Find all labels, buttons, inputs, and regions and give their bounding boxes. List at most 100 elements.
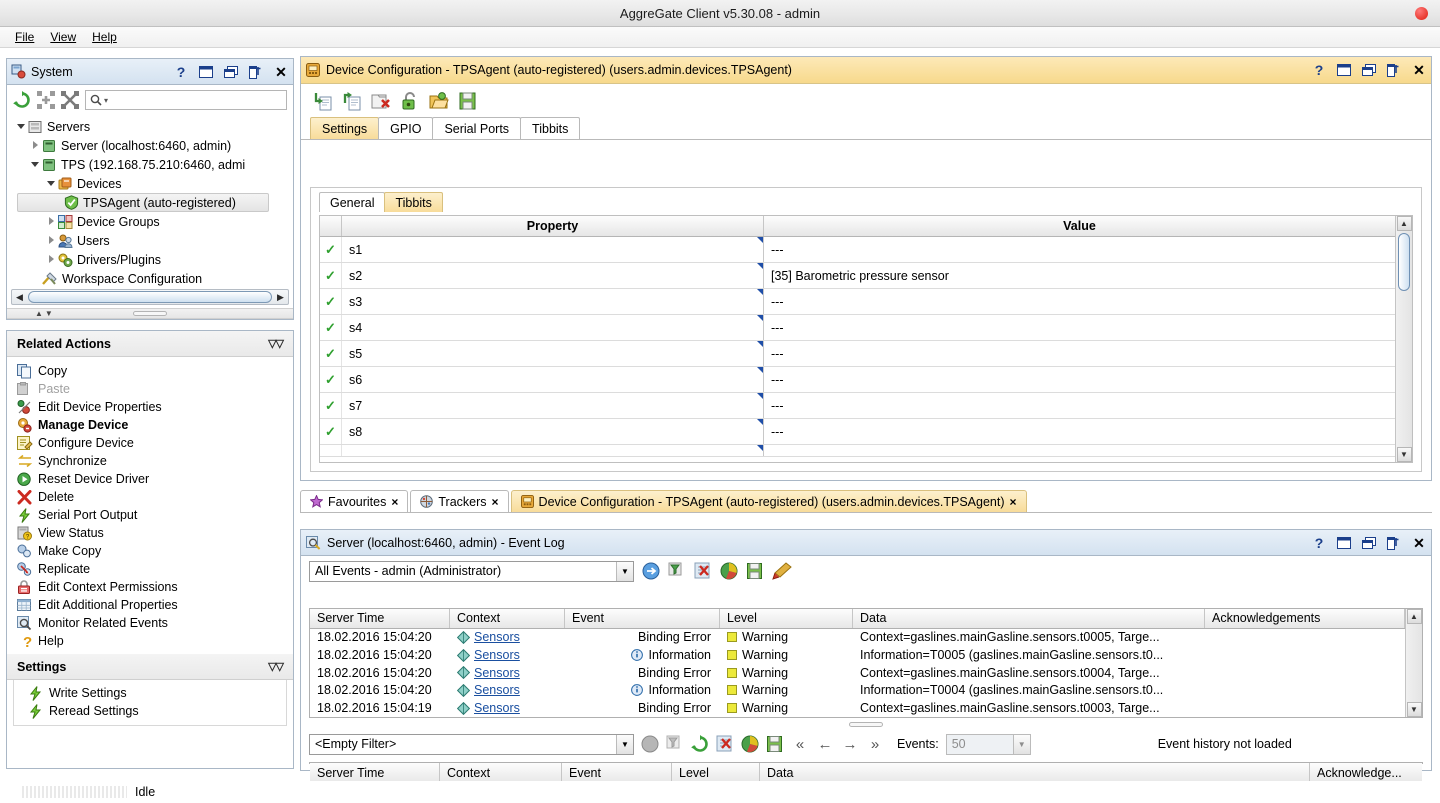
tree-item-server-localhost[interactable]: Server (localhost:6460, admin) [13,136,293,155]
close-icon[interactable]: ✕ [1411,535,1427,551]
table-row[interactable]: ✓ s6 --- [320,367,1395,393]
clear-filter-icon[interactable] [694,562,712,580]
column-header-property[interactable]: Property [342,216,764,236]
tree-item-drivers-plugins[interactable]: Drivers/Plugins [13,250,293,269]
column-header-acknowledgements[interactable]: Acknowledgements [1205,609,1405,628]
event-log-row[interactable]: 18.02.2016 15:04:20 Sensors Information … [310,646,1405,664]
tree-item-tpsagent[interactable]: TPSAgent (auto-registered) [17,193,269,212]
menu-help[interactable]: Help [84,29,125,45]
chevron-down-icon[interactable]: ▽▽ [268,337,284,350]
search-input[interactable]: ▾ [85,90,287,110]
cell-value[interactable]: --- [764,315,1395,340]
clear-filter-icon[interactable] [716,735,734,753]
history-filter-combo[interactable]: <Empty Filter> ▼ [309,733,634,755]
clear-icon[interactable] [371,91,391,111]
row-check-icon[interactable]: ✓ [320,315,342,340]
pin-icon[interactable] [1386,62,1402,78]
restore-icon[interactable] [1361,62,1377,78]
twisty-closed-icon[interactable] [31,140,42,151]
event-filter-combo[interactable]: All Events - admin (Administrator) ▼ [309,560,634,582]
twisty-closed-icon[interactable] [47,254,58,265]
scroll-left-icon[interactable]: ◀ [12,292,27,303]
context-link[interactable]: Sensors [474,648,520,662]
column-header-server-time[interactable]: Server Time [310,763,440,783]
row-check-icon[interactable]: ✓ [320,393,342,418]
save-icon[interactable] [766,735,784,753]
tree-item-users[interactable]: Users [13,231,293,250]
twisty-open-icon[interactable] [31,159,42,170]
menu-view[interactable]: View [42,29,84,45]
action-synchronize[interactable]: Synchronize [13,452,293,470]
row-check-icon[interactable]: ✓ [320,419,342,444]
unlock-icon[interactable] [400,91,420,111]
next-page-icon[interactable]: → [841,736,859,753]
chevron-down-icon[interactable]: ▽▽ [268,660,284,673]
save-icon[interactable] [458,91,478,111]
tree-item-device-groups[interactable]: Device Groups [13,212,293,231]
event-log-row[interactable]: 18.02.2016 15:04:19 Sensors Binding Erro… [310,699,1405,717]
close-icon[interactable]: ✕ [1411,62,1427,78]
help-icon[interactable]: ? [173,64,189,80]
action-view-status[interactable]: ? View Status [13,524,293,542]
close-icon[interactable]: ✕ [273,64,289,80]
cell-value[interactable]: --- [764,419,1395,444]
close-icon[interactable]: × [391,495,398,509]
scroll-up-icon[interactable]: ▲ [1406,609,1422,624]
refresh-icon[interactable] [691,735,709,753]
splitter-grip[interactable] [849,722,883,727]
column-header-context[interactable]: Context [440,763,562,783]
inner-tab-tibbits[interactable]: Tibbits [384,192,443,212]
tab-settings[interactable]: Settings [310,117,380,139]
action-serial-port-output[interactable]: Serial Port Output [13,506,293,524]
table-row[interactable]: ✓ s7 --- [320,393,1395,419]
help-icon[interactable]: ? [1311,62,1327,78]
action-make-copy[interactable]: Make Copy [13,542,293,560]
table-row[interactable]: ✓ s1 --- [320,237,1395,263]
doc-tab-favourites[interactable]: Favourites × [300,490,409,513]
column-header-event[interactable]: Event [565,609,720,628]
column-header-value[interactable]: Value [764,216,1395,236]
twisty-closed-icon[interactable] [47,216,58,227]
action-write-settings[interactable]: Write Settings [14,684,286,702]
action-copy[interactable]: Copy [13,362,293,380]
column-header-data[interactable]: Data [760,763,1310,783]
help-icon[interactable]: ? [1311,535,1327,551]
tab-gpio[interactable]: GPIO [378,117,434,139]
scroll-down-icon[interactable]: ▼ [1396,447,1412,462]
tree-item-devices[interactable]: Devices [13,174,293,193]
cell-context[interactable]: Sensors [450,666,565,680]
close-dot-icon[interactable] [1415,7,1428,20]
scroll-up-icon[interactable]: ▲ [1396,216,1412,231]
event-log-row[interactable]: 18.02.2016 15:04:20 Sensors Binding Erro… [310,664,1405,682]
first-page-icon[interactable]: « [791,736,809,753]
table-row[interactable]: ✓ s4 --- [320,315,1395,341]
column-header-data[interactable]: Data [853,609,1205,628]
row-check-icon[interactable]: ✓ [320,289,342,314]
action-edit-context-permissions[interactable]: Edit Context Permissions [13,578,293,596]
column-header-server-time[interactable]: Server Time [310,609,450,628]
previous-page-icon[interactable]: ← [816,736,834,753]
expand-all-icon[interactable] [37,91,55,109]
collapse-all-icon[interactable] [61,91,79,109]
maximize-icon[interactable] [1336,535,1352,551]
restore-icon[interactable] [223,64,239,80]
event-log-row[interactable]: 18.02.2016 15:04:20 Sensors Information … [310,682,1405,700]
pin-icon[interactable] [1386,535,1402,551]
row-check-icon[interactable]: ✓ [320,263,342,288]
cell-value[interactable]: --- [764,289,1395,314]
action-manage-device[interactable]: Manage Device [13,416,293,434]
action-help[interactable]: ? Help [13,632,293,650]
maximize-icon[interactable] [198,64,214,80]
related-actions-header[interactable]: Related Actions ▽▽ [7,331,293,357]
column-header-level[interactable]: Level [672,763,760,783]
action-configure-device[interactable]: Configure Device [13,434,293,452]
cell-value[interactable]: --- [764,237,1395,262]
chart-icon[interactable] [741,735,759,753]
column-header-acknowledge[interactable]: Acknowledge... [1310,763,1422,783]
action-reset-device-driver[interactable]: Reset Device Driver [13,470,293,488]
action-delete[interactable]: Delete [13,488,293,506]
run-icon[interactable] [642,562,660,580]
action-replicate[interactable]: Replicate [13,560,293,578]
collapse-down-icon[interactable]: ▼ [45,309,53,318]
context-link[interactable]: Sensors [474,683,520,697]
